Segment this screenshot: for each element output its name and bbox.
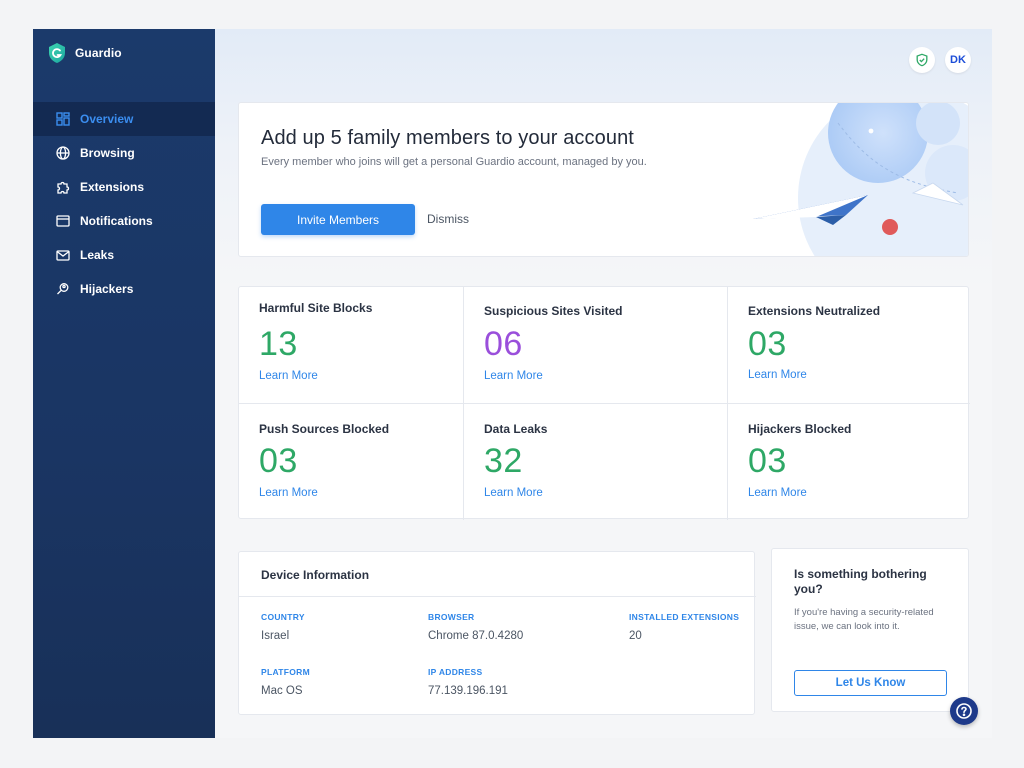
- stat-hijackers-blocked: Hijackers Blocked 03 Learn More: [728, 404, 970, 520]
- header-actions: DK: [909, 47, 971, 73]
- sidebar-item-label: Notifications: [80, 214, 153, 228]
- invite-members-button[interactable]: Invite Members: [261, 204, 415, 235]
- paper-plane-illustration: [753, 103, 968, 256]
- device-title: Device Information: [261, 568, 370, 582]
- avatar-initials: DK: [950, 54, 966, 66]
- dismiss-button[interactable]: Dismiss: [427, 212, 469, 226]
- stat-value: 03: [259, 442, 298, 480]
- search-person-icon: [55, 281, 71, 297]
- stat-value: 13: [259, 325, 298, 363]
- sidebar-item-browsing[interactable]: Browsing: [33, 136, 215, 170]
- country-label: COUNTRY: [261, 612, 305, 622]
- stat-suspicious-sites-visited: Suspicious Sites Visited 06 Learn More: [464, 287, 727, 403]
- stat-label: Extensions Neutralized: [748, 304, 881, 318]
- stat-label: Data Leaks: [484, 422, 548, 436]
- sidebar-item-hijackers[interactable]: Hijackers: [33, 272, 215, 306]
- support-card: Is something bothering you? If you're ha…: [771, 548, 969, 712]
- main-content: DK Add up 5 family members to your accou…: [215, 29, 992, 738]
- browser-window-icon: [55, 213, 71, 229]
- globe-icon: [55, 145, 71, 161]
- ip-address-value: 77.139.196.191: [428, 685, 508, 697]
- stat-label: Suspicious Sites Visited: [484, 304, 623, 318]
- sidebar-nav: Overview Browsing Extensions Notificatio…: [33, 102, 215, 306]
- learn-more-link[interactable]: Learn More: [259, 370, 318, 382]
- sidebar-item-label: Hijackers: [80, 282, 134, 296]
- divider: [239, 596, 756, 597]
- sidebar-item-label: Browsing: [80, 146, 135, 160]
- sidebar-item-label: Leaks: [80, 248, 115, 262]
- question-mark-icon: [956, 703, 972, 719]
- avatar[interactable]: DK: [945, 47, 971, 73]
- sidebar-item-label: Extensions: [80, 180, 145, 194]
- installed-extensions-label: INSTALLED EXTENSIONS: [629, 612, 740, 622]
- family-invite-banner: Add up 5 family members to your account …: [238, 102, 969, 257]
- protection-status-button[interactable]: [909, 47, 935, 73]
- puzzle-icon: [55, 179, 71, 195]
- mail-icon: [55, 247, 71, 263]
- sidebar-item-extensions[interactable]: Extensions: [33, 170, 215, 204]
- stat-data-leaks: Data Leaks 32 Learn More: [464, 404, 727, 520]
- stat-push-sources-blocked: Push Sources Blocked 03 Learn More: [239, 404, 463, 520]
- platform-label: PLATFORM: [261, 667, 310, 677]
- shield-check-icon: [916, 53, 928, 67]
- help-chat-button[interactable]: [950, 697, 978, 725]
- banner-title: Add up 5 family members to your account: [261, 127, 634, 149]
- grid-icon: [55, 111, 71, 127]
- banner-subtitle: Every member who joins will get a person…: [261, 156, 647, 168]
- device-information-card: Device Information COUNTRY Israel BROWSE…: [238, 551, 756, 715]
- country-value: Israel: [261, 630, 290, 642]
- guardio-logo-icon: [49, 43, 65, 63]
- stat-label: Push Sources Blocked: [259, 422, 390, 436]
- sidebar: Guardio Overview Browsing Extensions Not…: [33, 29, 215, 738]
- learn-more-link[interactable]: Learn More: [484, 370, 543, 382]
- support-text: If you're having a security-related issu…: [794, 607, 934, 632]
- learn-more-link[interactable]: Learn More: [748, 487, 807, 499]
- browser-value: Chrome 87.0.4280: [428, 630, 524, 642]
- let-us-know-button[interactable]: Let Us Know: [794, 670, 947, 696]
- stat-label: Hijackers Blocked: [748, 422, 852, 436]
- ip-address-label: IP ADDRESS: [428, 667, 483, 677]
- stats-grid: Harmful Site Blocks 13 Learn More Suspic…: [238, 286, 970, 520]
- stat-value: 03: [748, 442, 787, 480]
- stat-harmful-site-blocks: Harmful Site Blocks 13 Learn More: [239, 287, 463, 403]
- support-title: Is something bothering you?: [794, 567, 927, 596]
- app-window: Guardio Overview Browsing Extensions Not…: [33, 29, 992, 738]
- brand[interactable]: Guardio: [47, 42, 122, 64]
- sidebar-item-overview[interactable]: Overview: [33, 102, 215, 136]
- stat-extensions-neutralized: Extensions Neutralized 03 Learn More: [728, 287, 970, 403]
- stat-value: 03: [748, 325, 787, 363]
- stat-value: 32: [484, 442, 523, 480]
- installed-extensions-value: 20: [629, 630, 642, 642]
- sidebar-item-notifications[interactable]: Notifications: [33, 204, 215, 238]
- stat-value: 06: [484, 325, 523, 363]
- sidebar-item-label: Overview: [80, 112, 134, 126]
- brand-name: Guardio: [75, 46, 122, 60]
- sidebar-item-leaks[interactable]: Leaks: [33, 238, 215, 272]
- platform-value: Mac OS: [261, 685, 303, 697]
- learn-more-link[interactable]: Learn More: [484, 487, 543, 499]
- learn-more-link[interactable]: Learn More: [259, 487, 318, 499]
- stat-label: Harmful Site Blocks: [259, 301, 373, 315]
- browser-label: BROWSER: [428, 612, 475, 622]
- learn-more-link[interactable]: Learn More: [748, 369, 807, 381]
